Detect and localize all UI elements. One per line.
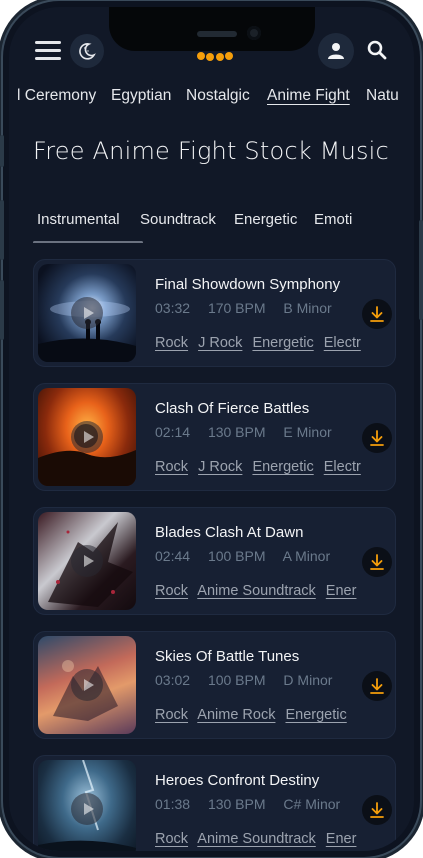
track-bpm: 170 BPM [207, 300, 266, 316]
track-card[interactable]: Final Showdown Symphony 03:32 170 BPM B … [33, 259, 396, 367]
track-key: D Minor [283, 672, 333, 688]
track-duration: 02:44 [155, 548, 191, 564]
track-title[interactable]: Final Showdown Symphony [155, 276, 340, 293]
tag-link[interactable]: Energetic [252, 335, 313, 351]
screen: l Ceremony Egyptian Nostalgic Anime Figh… [9, 7, 414, 851]
track-tags: Rock J Rock Energetic Electr [155, 335, 361, 351]
tag-link[interactable]: J Rock [198, 335, 242, 351]
moon-stars-icon[interactable] [70, 34, 104, 68]
tag-link[interactable]: Rock [155, 707, 188, 723]
download-icon[interactable] [362, 299, 392, 329]
track-title[interactable]: Blades Clash At Dawn [155, 524, 303, 541]
tag-link[interactable]: Electr [324, 459, 361, 475]
track-tags: Rock Anime Rock Energetic [155, 707, 361, 723]
page-title: Free Anime Fight Stock Music [33, 137, 389, 165]
tag-link[interactable]: Rock [155, 335, 188, 351]
tag-link[interactable]: Ener [326, 583, 357, 599]
track-duration: 03:02 [155, 672, 191, 688]
play-icon[interactable] [71, 793, 103, 825]
category-item[interactable]: Egyptian [111, 87, 171, 105]
side-button [419, 220, 423, 320]
tab-active-indicator [33, 241, 143, 243]
track-key: A Minor [282, 548, 331, 564]
play-icon[interactable] [71, 297, 103, 329]
play-icon[interactable] [71, 421, 103, 453]
track-duration: 01:38 [155, 796, 191, 812]
track-card[interactable]: Clash Of Fierce Battles 02:14 130 BPM E … [33, 383, 396, 491]
download-icon[interactable] [362, 547, 392, 577]
track-artwork[interactable] [38, 264, 136, 362]
tag-link[interactable]: Rock [155, 831, 188, 847]
user-icon[interactable] [318, 33, 354, 69]
track-bpm: 100 BPM [207, 672, 266, 688]
track-meta: 01:38 130 BPM C# Minor [155, 796, 354, 812]
play-icon[interactable] [71, 669, 103, 701]
track-bpm: 130 BPM [207, 796, 266, 812]
category-item[interactable]: Nostalgic [186, 87, 250, 105]
track-meta: 02:14 130 BPM E Minor [155, 424, 346, 440]
side-button [0, 280, 4, 340]
category-item[interactable]: l Ceremony [17, 87, 96, 105]
camera [246, 26, 261, 40]
track-duration: 02:14 [155, 424, 191, 440]
category-item-active[interactable]: Anime Fight [267, 87, 350, 105]
track-bpm: 130 BPM [207, 424, 266, 440]
track-card[interactable]: Skies Of Battle Tunes 03:02 100 BPM D Mi… [33, 631, 396, 739]
track-meta: 02:44 100 BPM A Minor [155, 548, 344, 564]
download-icon[interactable] [362, 423, 392, 453]
tag-link[interactable]: Anime Soundtrack [197, 831, 315, 847]
tag-link[interactable]: Rock [155, 583, 188, 599]
side-button [0, 200, 4, 260]
track-bpm: 100 BPM [207, 548, 266, 564]
side-button [0, 135, 4, 167]
track-key: E Minor [283, 424, 332, 440]
track-title[interactable]: Heroes Confront Destiny [155, 772, 319, 789]
category-strip: l Ceremony Egyptian Nostalgic Anime Figh… [9, 75, 414, 109]
track-tags: Rock Anime Soundtrack Ener [155, 831, 361, 847]
tab-emotional[interactable]: Emoti [314, 211, 352, 228]
phone-frame: l Ceremony Egyptian Nostalgic Anime Figh… [3, 1, 420, 857]
tag-link[interactable]: Ener [326, 831, 357, 847]
tab-bar: Instrumental Soundtrack Energetic Emoti [33, 203, 414, 243]
track-artwork[interactable] [38, 760, 136, 851]
category-item[interactable]: Natu [366, 87, 399, 105]
track-artwork[interactable] [38, 636, 136, 734]
track-tags: Rock Anime Soundtrack Ener [155, 583, 361, 599]
tag-link[interactable]: Energetic [252, 459, 313, 475]
tag-link[interactable]: Anime Rock [197, 707, 275, 723]
track-key: C# Minor [283, 796, 341, 812]
tag-link[interactable]: Energetic [285, 707, 346, 723]
paw-logo-icon[interactable] [196, 51, 234, 65]
tag-link[interactable]: Anime Soundtrack [197, 583, 315, 599]
tag-link[interactable]: Rock [155, 459, 188, 475]
track-card[interactable]: Blades Clash At Dawn 02:44 100 BPM A Min… [33, 507, 396, 615]
hamburger-icon[interactable] [35, 41, 61, 61]
track-tags: Rock J Rock Energetic Electr [155, 459, 361, 475]
tab-energetic[interactable]: Energetic [234, 211, 297, 228]
track-title[interactable]: Skies Of Battle Tunes [155, 648, 299, 665]
search-icon[interactable] [364, 37, 390, 63]
speaker [196, 31, 237, 37]
track-duration: 03:32 [155, 300, 191, 316]
track-artwork[interactable] [38, 512, 136, 610]
download-icon[interactable] [362, 671, 392, 701]
tag-link[interactable]: Electr [324, 335, 361, 351]
tab-instrumental[interactable]: Instrumental [37, 211, 120, 228]
play-icon[interactable] [71, 545, 103, 577]
track-title[interactable]: Clash Of Fierce Battles [155, 400, 309, 417]
track-card[interactable]: Heroes Confront Destiny 01:38 130 BPM C#… [33, 755, 396, 851]
notch [108, 7, 315, 51]
tag-link[interactable]: J Rock [198, 459, 242, 475]
tab-soundtrack[interactable]: Soundtrack [140, 211, 216, 228]
track-key: B Minor [283, 300, 332, 316]
track-meta: 03:32 170 BPM B Minor [155, 300, 346, 316]
download-icon[interactable] [362, 795, 392, 825]
track-artwork[interactable] [38, 388, 136, 486]
track-meta: 03:02 100 BPM D Minor [155, 672, 346, 688]
